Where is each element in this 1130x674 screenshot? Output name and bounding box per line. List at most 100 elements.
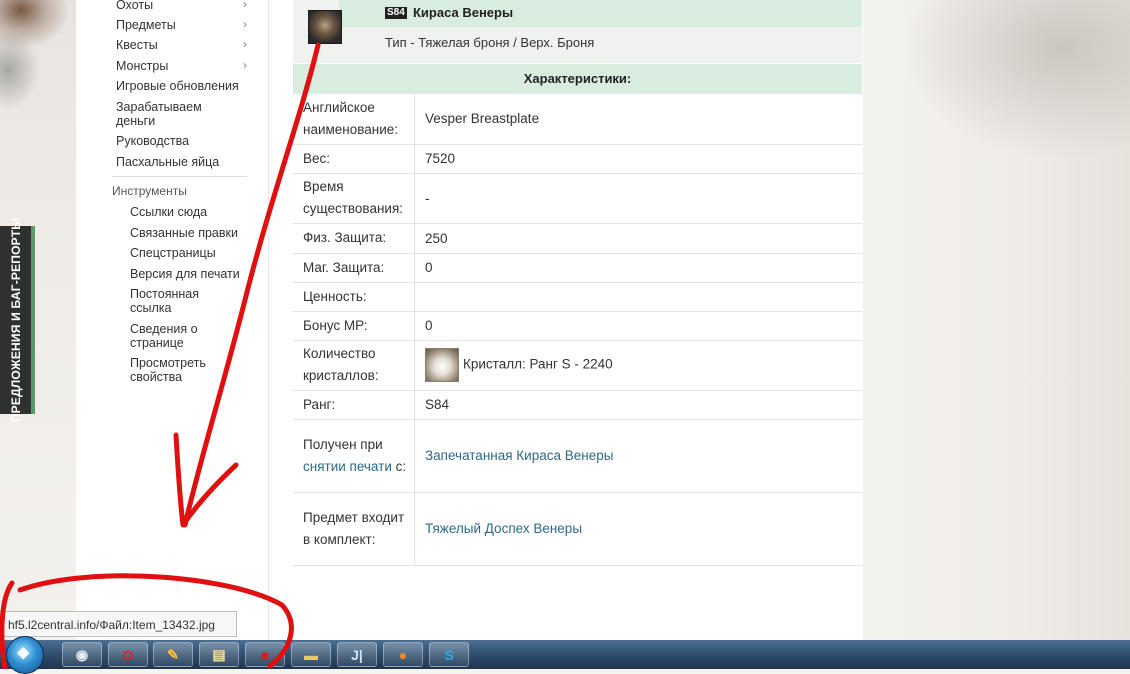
chevron-right-icon: ›	[243, 37, 247, 51]
item-header: S84 Кираса Венеры Тип - Тяжелая броня / …	[293, 0, 862, 63]
sidebar-item-hunting[interactable]: Охоты ›	[116, 0, 247, 12]
chevron-right-icon: ›	[243, 17, 247, 31]
table-row: Английское наименование: Vesper Breastpl…	[293, 94, 862, 145]
property-key: Маг. Защита:	[293, 253, 415, 283]
taskbar-skype-button[interactable]: S	[429, 642, 469, 667]
sidebar-item-updates[interactable]: Игровые обновления	[116, 79, 239, 93]
property-value: -	[414, 173, 862, 224]
taskbar-red-app-button[interactable]: ■	[245, 642, 285, 667]
sidebar-item-label: Предметы	[116, 18, 176, 32]
windows-orb-icon[interactable]: ❖	[6, 636, 44, 674]
taskbar-chrome-button[interactable]: ◉	[62, 642, 102, 667]
property-key: Вес:	[293, 144, 415, 174]
table-row: Маг. Защита: 0	[293, 253, 862, 283]
sidebar: Охоты › Предметы › Квесты › Монстры › Иг…	[76, 0, 268, 640]
sidebar-item-items[interactable]: Предметы ›	[116, 17, 247, 32]
crystal-icon[interactable]	[425, 348, 459, 382]
property-key-prefix: Получен при	[303, 436, 383, 452]
crystal-count-text: Кристалл: Ранг S - 2240	[463, 356, 613, 372]
taskbar-firefox-button[interactable]: ●	[383, 642, 423, 667]
sidebar-item-label: Монстры	[116, 59, 169, 73]
tools-item-what-links-here[interactable]: Ссылки сюда	[130, 205, 255, 219]
table-row: Время существования: -	[293, 173, 862, 224]
property-value: Тяжелый Доспех Венеры	[414, 492, 862, 566]
table-row: Ранг: S84	[293, 390, 862, 420]
sidebar-item-monsters[interactable]: Монстры ›	[116, 58, 247, 73]
characteristics-heading: Характеристики:	[293, 64, 862, 94]
item-type: Тип - Тяжелая броня / Верх. Броня	[385, 35, 595, 50]
tools-item-browse-properties[interactable]: Просмотреть свойства	[130, 356, 230, 384]
property-key: Английское наименование:	[293, 94, 415, 145]
text-app-icon: J|	[351, 646, 363, 663]
unseal-link[interactable]: снятии печати	[303, 459, 392, 474]
table-row: Вес: 7520	[293, 144, 862, 174]
chrome-icon: ◉	[75, 646, 89, 662]
taskbar-folder-button[interactable]: ▬	[291, 642, 331, 667]
tools-item-page-info[interactable]: Сведения о странице	[130, 322, 210, 350]
taskbar: ❖ ◉ O ✎ ▤ ■ ▬ J| ● S	[0, 636, 1130, 674]
feedback-tab[interactable]: ПРЕДЛОЖЕНИЯ И БАГ-РЕПОРТЫ	[0, 218, 35, 422]
property-key: Получен при снятии печати с:	[293, 419, 415, 493]
sidebar-divider	[112, 176, 247, 177]
property-key: Бонус МР:	[293, 311, 415, 341]
sidebar-item-guides[interactable]: Руководства	[116, 134, 189, 148]
property-value: Кристалл: Ранг S - 2240	[414, 340, 862, 391]
table-row: Ценность:	[293, 282, 862, 312]
tools-item-special-pages[interactable]: Спецстраницы	[130, 246, 255, 260]
property-key: Время существования:	[293, 173, 415, 224]
property-value: Vesper Breastplate	[414, 94, 862, 145]
property-key: Ценность:	[293, 282, 415, 312]
property-value: 0	[414, 253, 862, 283]
sidebar-item-easter-eggs[interactable]: Пасхальные яйца	[116, 155, 219, 169]
sidebar-item-label: Зарабатываем деньги	[116, 100, 202, 128]
table-row: Получен при снятии печати с: Запечатанна…	[293, 419, 862, 493]
taskbar-notepad-button[interactable]: ▤	[199, 642, 239, 667]
sidebar-item-money[interactable]: Зарабатываем деньги	[116, 100, 226, 128]
skype-icon: S	[444, 646, 454, 663]
property-value: Запечатанная Кираса Венеры	[414, 419, 862, 493]
windows-logo-icon: ❖	[16, 646, 31, 663]
notepad-icon: ▤	[212, 646, 226, 662]
set-link[interactable]: Тяжелый Доспех Венеры	[425, 521, 582, 536]
status-url-tooltip: hf5.l2central.info/Файл:Item_13432.jpg	[0, 611, 237, 637]
tools-item-printable[interactable]: Версия для печати	[130, 267, 255, 281]
table-row: Физ. Защита: 250	[293, 223, 862, 254]
tools-heading: Инструменты	[112, 184, 187, 198]
firefox-icon: ●	[398, 646, 408, 663]
background-stain	[0, 30, 40, 110]
chevron-right-icon: ›	[243, 58, 247, 72]
property-value: 0	[414, 311, 862, 341]
tools-item-related-changes[interactable]: Связанные правки	[130, 226, 255, 240]
item-name: Кираса Венеры	[413, 5, 514, 20]
property-value	[414, 282, 862, 312]
property-key: Ранг:	[293, 390, 415, 420]
feedback-tab-label: ПРЕДЛОЖЕНИЯ И БАГ-РЕПОРТЫ	[8, 217, 23, 423]
properties-table: Английское наименование: Vesper Breastpl…	[293, 94, 862, 566]
property-key: Количество кристаллов:	[293, 340, 415, 391]
property-value: S84	[414, 390, 862, 420]
sidebar-item-label: Пасхальные яйца	[116, 155, 220, 169]
sidebar-item-label: Руководства	[116, 134, 190, 148]
table-row: Бонус МР: 0	[293, 311, 862, 341]
grade-badge: S84	[385, 7, 407, 19]
property-value: 250	[414, 223, 862, 254]
sidebar-item-quests[interactable]: Квесты ›	[116, 37, 247, 52]
table-row: Предмет входит в комплект: Тяжелый Доспе…	[293, 492, 862, 566]
taskbar-text-app-button[interactable]: J|	[337, 642, 377, 667]
breastplate-icon[interactable]	[308, 10, 342, 44]
red-app-icon: ■	[260, 646, 270, 663]
property-value: 7520	[414, 144, 862, 174]
table-row: Количество кристаллов: Кристалл: Ранг S …	[293, 340, 862, 391]
tools-item-permalink[interactable]: Постоянная ссылка	[130, 287, 220, 315]
taskbar-pencil-button[interactable]: ✎	[153, 642, 193, 667]
background-stain	[900, 0, 1130, 160]
sealed-item-link[interactable]: Запечатанная Кираса Венеры	[425, 448, 613, 463]
chevron-right-icon: ›	[243, 0, 247, 11]
sidebar-item-label: Игровые обновления	[116, 79, 239, 93]
background-right	[862, 0, 1130, 640]
taskbar-opera-button[interactable]: O	[108, 642, 148, 667]
opera-icon: O	[122, 646, 134, 663]
property-key-suffix: с:	[395, 458, 407, 474]
property-key: Предмет входит в комплект:	[293, 492, 415, 566]
main-content: S84 Кираса Венеры Тип - Тяжелая броня / …	[268, 0, 863, 640]
